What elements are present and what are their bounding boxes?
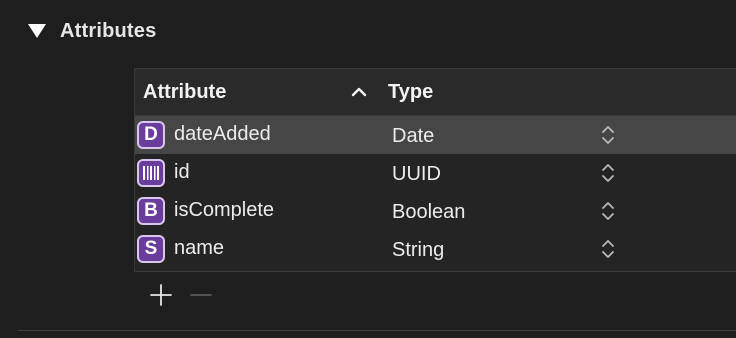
type-popup-chevrons-icon[interactable] <box>601 200 615 222</box>
type-popup-chevrons-icon[interactable] <box>601 162 615 184</box>
attributes-section-header[interactable]: Attributes <box>28 16 156 46</box>
attribute-type[interactable]: UUID <box>392 154 441 192</box>
table-row[interactable]: S name String <box>135 230 736 268</box>
attributes-toolbar <box>148 282 228 308</box>
plus-icon[interactable] <box>148 282 174 308</box>
disclosure-triangle-icon[interactable] <box>28 24 46 38</box>
table-header: Attribute Type <box>135 69 736 116</box>
table-row[interactable]: id UUID <box>135 154 736 192</box>
attribute-type[interactable]: Boolean <box>392 192 465 230</box>
attribute-type-badge: D <box>137 121 165 149</box>
table-row[interactable]: B isComplete Boolean <box>135 192 736 230</box>
attribute-type-badge: B <box>137 197 165 225</box>
sort-ascending-icon[interactable] <box>350 83 368 101</box>
column-header-type[interactable]: Type <box>388 69 433 115</box>
table-row[interactable]: D dateAdded Date <box>135 116 736 154</box>
attribute-name[interactable]: id <box>174 154 190 192</box>
attribute-name[interactable]: isComplete <box>174 192 274 230</box>
attribute-type[interactable]: Date <box>392 116 434 154</box>
attribute-name[interactable]: dateAdded <box>174 116 271 154</box>
attributes-table: Attribute Type D dateAdded Date id UUID … <box>134 68 736 272</box>
attribute-type-badge: S <box>137 235 165 263</box>
section-title: Attributes <box>60 19 157 42</box>
entity-inspector: Attributes Attribute Type D dateAdded Da… <box>0 0 736 338</box>
minus-icon[interactable] <box>188 282 214 308</box>
type-popup-chevrons-icon[interactable] <box>601 124 615 146</box>
barcode-icon <box>137 159 165 187</box>
column-header-attribute[interactable]: Attribute <box>143 69 226 115</box>
attribute-type[interactable]: String <box>392 230 444 268</box>
attribute-name[interactable]: name <box>174 230 224 268</box>
section-divider <box>18 330 736 331</box>
type-popup-chevrons-icon[interactable] <box>601 238 615 260</box>
